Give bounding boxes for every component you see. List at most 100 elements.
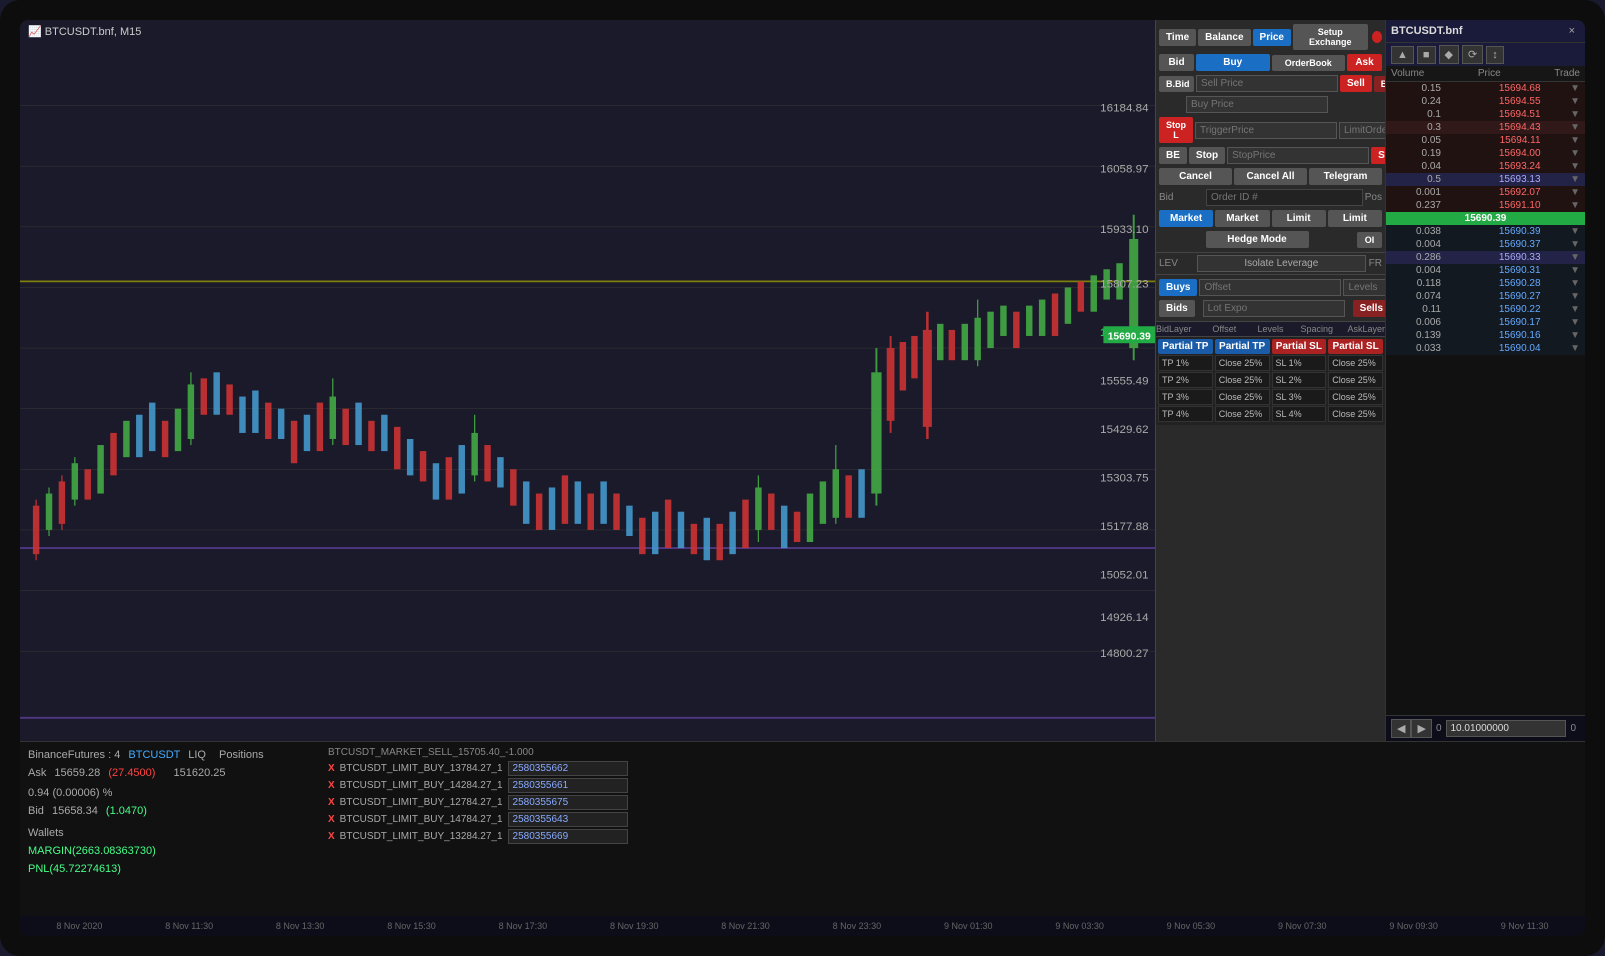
order-id-2[interactable] xyxy=(508,778,628,793)
ob-ask-row[interactable]: 0.3 15694.43 ▼ xyxy=(1386,121,1585,134)
ob-lot-size[interactable] xyxy=(1446,720,1567,737)
buys-button[interactable]: Buys xyxy=(1159,279,1197,296)
ob-bid-row[interactable]: 0.074 15690.27 ▼ xyxy=(1386,290,1585,303)
ob-ask-row[interactable]: 0.24 15694.55 ▼ xyxy=(1386,95,1585,108)
stop-button[interactable]: Stop xyxy=(1189,147,1225,164)
svg-text:15933.10: 15933.10 xyxy=(1100,224,1148,236)
levels-bids-label: Levels xyxy=(1248,324,1292,334)
offset-buys-input[interactable] xyxy=(1199,279,1341,296)
trigger-price-input[interactable] xyxy=(1195,122,1337,139)
ob-ask-row[interactable]: 0.001 15692.07 ▼ xyxy=(1386,186,1585,199)
ob-ask-row[interactable]: 0.237 15691.10 ▼ xyxy=(1386,199,1585,212)
limit1-button[interactable]: Limit xyxy=(1272,210,1326,227)
ob-bid-row[interactable]: 0.139 15690.16 ▼ xyxy=(1386,329,1585,342)
setup-exchange-button[interactable]: Setup Exchange xyxy=(1293,24,1368,50)
telegram-button[interactable]: Telegram xyxy=(1309,168,1382,185)
order-id-input[interactable] xyxy=(1206,189,1363,206)
row-cancel: Cancel Cancel All Telegram xyxy=(1156,166,1385,187)
order-id-1[interactable] xyxy=(508,761,628,776)
ob-nav-4[interactable]: ⟳ xyxy=(1462,45,1483,64)
ob-bid-row[interactable]: 0.038 15690.39 ▼ xyxy=(1386,225,1585,238)
order-id-4[interactable] xyxy=(508,812,628,827)
orderbook-button[interactable]: OrderBook xyxy=(1272,55,1346,71)
monitor: 📈 BTCUSDT.bnf, M15 xyxy=(0,0,1605,956)
ask-arrow-4: ▼ xyxy=(1570,122,1580,133)
order-x-1[interactable]: X xyxy=(328,763,335,774)
chart-icon: 📈 xyxy=(28,26,42,38)
stop-price-input[interactable] xyxy=(1227,147,1369,164)
ob-ask-row[interactable]: 0.04 15693.24 ▼ xyxy=(1386,160,1585,173)
sell-button[interactable]: Sell xyxy=(1340,75,1372,92)
ask-button[interactable]: Ask xyxy=(1347,54,1382,71)
order-info-line: BTCUSDT_MARKET_SELL_15705.40_-1.000 xyxy=(328,747,1577,758)
isolate-leverage-button[interactable]: Isolate Leverage xyxy=(1197,255,1366,272)
ob-ask-row[interactable]: 0.19 15694.00 ▼ xyxy=(1386,147,1585,160)
market2-button[interactable]: Market xyxy=(1215,210,1269,227)
ob-nav-2[interactable]: ■ xyxy=(1417,46,1436,64)
ob-bid-row[interactable]: 0.004 15690.37 ▼ xyxy=(1386,238,1585,251)
svg-text:16058.97: 16058.97 xyxy=(1100,164,1148,176)
hedge-mode-button[interactable]: Hedge Mode xyxy=(1206,231,1309,248)
ob-bid-row[interactable]: 0.006 15690.17 ▼ xyxy=(1386,316,1585,329)
order-x-3[interactable]: X xyxy=(328,797,335,808)
ob-ask-row[interactable]: 0.5 15693.13 ▼ xyxy=(1386,173,1585,186)
order-label-2: BTCUSDT_LIMIT_BUY_14284.27_1 xyxy=(340,780,503,791)
bid-button[interactable]: Bid xyxy=(1159,54,1194,71)
ob-nav-5[interactable]: ↕ xyxy=(1486,46,1504,64)
order-x-4[interactable]: X xyxy=(328,814,335,825)
ask-price-7: 15693.24 xyxy=(1471,161,1541,172)
bids-button[interactable]: Bids xyxy=(1159,300,1195,317)
bid-arrow-10: ▼ xyxy=(1570,343,1580,354)
oi-button[interactable]: OI xyxy=(1357,232,1382,248)
order-row-4: X BTCUSDT_LIMIT_BUY_14784.27_1 xyxy=(328,812,1577,827)
ask-arrow-8: ▼ xyxy=(1570,174,1580,185)
order-id-5[interactable] xyxy=(508,829,628,844)
order-x-5[interactable]: X xyxy=(328,831,335,842)
ob-right-arrow[interactable]: ▶ xyxy=(1411,719,1431,738)
ob-nav-1[interactable]: ▲ xyxy=(1391,46,1414,64)
buy-button[interactable]: Buy xyxy=(1196,54,1270,71)
symbol-label: BTCUSDT xyxy=(128,749,180,761)
ob-ask-row[interactable]: 0.05 15694.11 ▼ xyxy=(1386,134,1585,147)
ob-close-btn[interactable]: × xyxy=(1564,23,1580,39)
limit2-button[interactable]: Limit xyxy=(1328,210,1382,227)
ob-left-arrow[interactable]: ◀ xyxy=(1391,719,1411,738)
ob-bid-row[interactable]: 0.004 15690.31 ▼ xyxy=(1386,264,1585,277)
account-label: 4 xyxy=(114,749,120,761)
be-button[interactable]: BE xyxy=(1159,147,1187,164)
orders-label: Bid xyxy=(1159,192,1204,203)
balance-button[interactable]: Balance xyxy=(1198,29,1250,46)
price-button[interactable]: Price xyxy=(1253,29,1291,46)
market1-button[interactable]: Market xyxy=(1159,210,1213,227)
cancel-all-button[interactable]: Cancel All xyxy=(1234,168,1307,185)
stop-l-button[interactable]: Stop L xyxy=(1159,117,1193,143)
layer-row: BidLayer Offset Levels Spacing AskLayer xyxy=(1156,322,1385,337)
tl-2: 8 Nov 11:30 xyxy=(165,921,213,931)
ask-vol-3: 0.1 xyxy=(1391,109,1441,120)
ob-bid-row[interactable]: 0.11 15690.22 ▼ xyxy=(1386,303,1585,316)
b-bid-button[interactable]: B.Bid xyxy=(1159,76,1194,92)
buy-price-input[interactable] xyxy=(1186,96,1328,113)
ob-bid-row[interactable]: 0.118 15690.28 ▼ xyxy=(1386,277,1585,290)
order-sell-info: BTCUSDT_MARKET_SELL_15705.40_-1.000 xyxy=(328,747,534,758)
lot-expo-input[interactable] xyxy=(1203,300,1345,317)
ob-ask-row[interactable]: 0.15 15694.68 ▼ xyxy=(1386,82,1585,95)
time-button[interactable]: Time xyxy=(1159,29,1196,46)
pnl-total: PNL(45.72274613) xyxy=(28,861,308,879)
ob-bid-row[interactable]: 0.286 15690.33 ▼ xyxy=(1386,251,1585,264)
order-x-2[interactable]: X xyxy=(328,780,335,791)
status-indicator xyxy=(1372,31,1382,43)
ob-nav-3[interactable]: ◆ xyxy=(1439,45,1459,64)
sell-price-input[interactable] xyxy=(1196,75,1338,92)
bid-arrow-3: ▼ xyxy=(1570,252,1580,263)
ask-change: (27.4500) xyxy=(108,767,155,779)
ob-ask-row[interactable]: 0.1 15694.51 ▼ xyxy=(1386,108,1585,121)
ob-bid-row[interactable]: 0.033 15690.04 ▼ xyxy=(1386,342,1585,355)
cancel-button[interactable]: Cancel xyxy=(1159,168,1232,185)
ob-title-row: BTCUSDT.bnf × xyxy=(1386,20,1585,43)
row-hedge: Hedge Mode OI xyxy=(1156,229,1385,250)
bid-label: Bid xyxy=(28,805,44,817)
svg-text:15690.39: 15690.39 xyxy=(1108,332,1151,343)
screen: 📈 BTCUSDT.bnf, M15 xyxy=(20,20,1585,936)
order-id-3[interactable] xyxy=(508,795,628,810)
